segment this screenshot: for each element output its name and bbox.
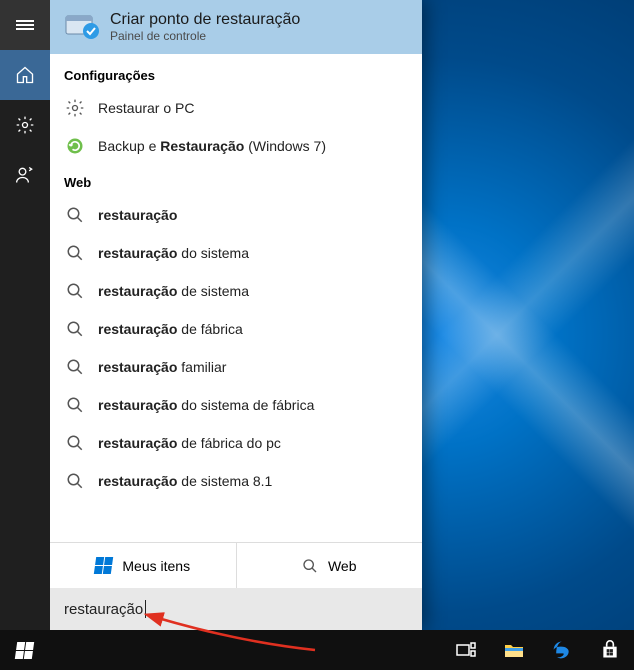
web-result-6[interactable]: restauração de fábrica do pc	[50, 424, 422, 462]
filter-my-stuff[interactable]: Meus itens	[50, 543, 236, 588]
search-sidebar	[0, 0, 50, 630]
search-icon	[66, 206, 84, 224]
filter-bar: Meus itens Web	[50, 542, 422, 588]
taskbar-edge[interactable]	[538, 630, 586, 670]
search-panel: Criar ponto de restauração Painel de con…	[0, 0, 422, 630]
backup-icon	[65, 136, 85, 156]
sidebar-feedback[interactable]	[0, 150, 50, 200]
result-label: Backup e Restauração (Windows 7)	[98, 138, 326, 154]
search-icon	[66, 396, 84, 414]
search-text: restauração	[64, 601, 143, 618]
result-label: restauração	[98, 207, 177, 223]
edge-icon	[552, 640, 572, 660]
web-result-4[interactable]: restauração familiar	[50, 348, 422, 386]
menu-button[interactable]	[0, 0, 50, 50]
web-result-2[interactable]: restauração de sistema	[50, 272, 422, 310]
search-icon	[66, 434, 84, 452]
text-caret	[145, 600, 146, 618]
web-result-3[interactable]: restauração de fábrica	[50, 310, 422, 348]
web-result-1[interactable]: restauração do sistema	[50, 234, 422, 272]
best-match-subtitle: Painel de controle	[110, 29, 300, 43]
filter-web[interactable]: Web	[236, 543, 423, 588]
result-label: restauração do sistema de fábrica	[98, 397, 314, 413]
result-label: restauração do sistema	[98, 245, 249, 261]
result-label: restauração de fábrica do pc	[98, 435, 281, 451]
taskbar-task-view[interactable]	[442, 630, 490, 670]
restore-point-icon	[64, 10, 98, 44]
filter-web-label: Web	[328, 558, 357, 574]
result-label: restauração de sistema	[98, 283, 249, 299]
result-label: restauração de sistema 8.1	[98, 473, 272, 489]
best-match-title: Criar ponto de restauração	[110, 11, 300, 29]
sidebar-home[interactable]	[0, 50, 50, 100]
taskbar	[0, 630, 634, 670]
result-label: Restaurar o PC	[98, 100, 194, 116]
taskbar-file-explorer[interactable]	[490, 630, 538, 670]
search-icon	[66, 472, 84, 490]
search-box[interactable]: restauração	[50, 588, 422, 630]
search-icon	[302, 558, 318, 574]
result-label: restauração de fábrica	[98, 321, 243, 337]
start-button[interactable]	[0, 630, 48, 670]
windows-icon	[94, 557, 113, 574]
windows-logo-icon	[14, 642, 33, 659]
settings-result-0[interactable]: Restaurar o PC	[50, 89, 422, 127]
filter-my-stuff-label: Meus itens	[122, 558, 190, 574]
folder-icon	[504, 642, 524, 658]
web-result-0[interactable]: restauração	[50, 196, 422, 234]
task-view-icon	[456, 642, 476, 658]
search-icon	[66, 282, 84, 300]
search-icon	[66, 244, 84, 262]
results-list: Configurações Restaurar o PC Backup e Res…	[50, 54, 422, 542]
store-icon	[600, 640, 620, 660]
web-result-7[interactable]: restauração de sistema 8.1	[50, 462, 422, 500]
home-icon	[15, 65, 35, 85]
settings-header: Configurações	[50, 58, 422, 89]
gear-icon	[65, 98, 85, 118]
best-match[interactable]: Criar ponto de restauração Painel de con…	[50, 0, 422, 54]
settings-result-1[interactable]: Backup e Restauração (Windows 7)	[50, 127, 422, 165]
web-header: Web	[50, 165, 422, 196]
search-icon	[66, 358, 84, 376]
search-main: Criar ponto de restauração Painel de con…	[50, 0, 422, 630]
sidebar-settings[interactable]	[0, 100, 50, 150]
result-label: restauração familiar	[98, 359, 226, 375]
web-result-5[interactable]: restauração do sistema de fábrica	[50, 386, 422, 424]
taskbar-store[interactable]	[586, 630, 634, 670]
feedback-icon	[15, 165, 35, 185]
search-icon	[66, 320, 84, 338]
hamburger-icon	[16, 18, 34, 32]
gear-icon	[15, 115, 35, 135]
